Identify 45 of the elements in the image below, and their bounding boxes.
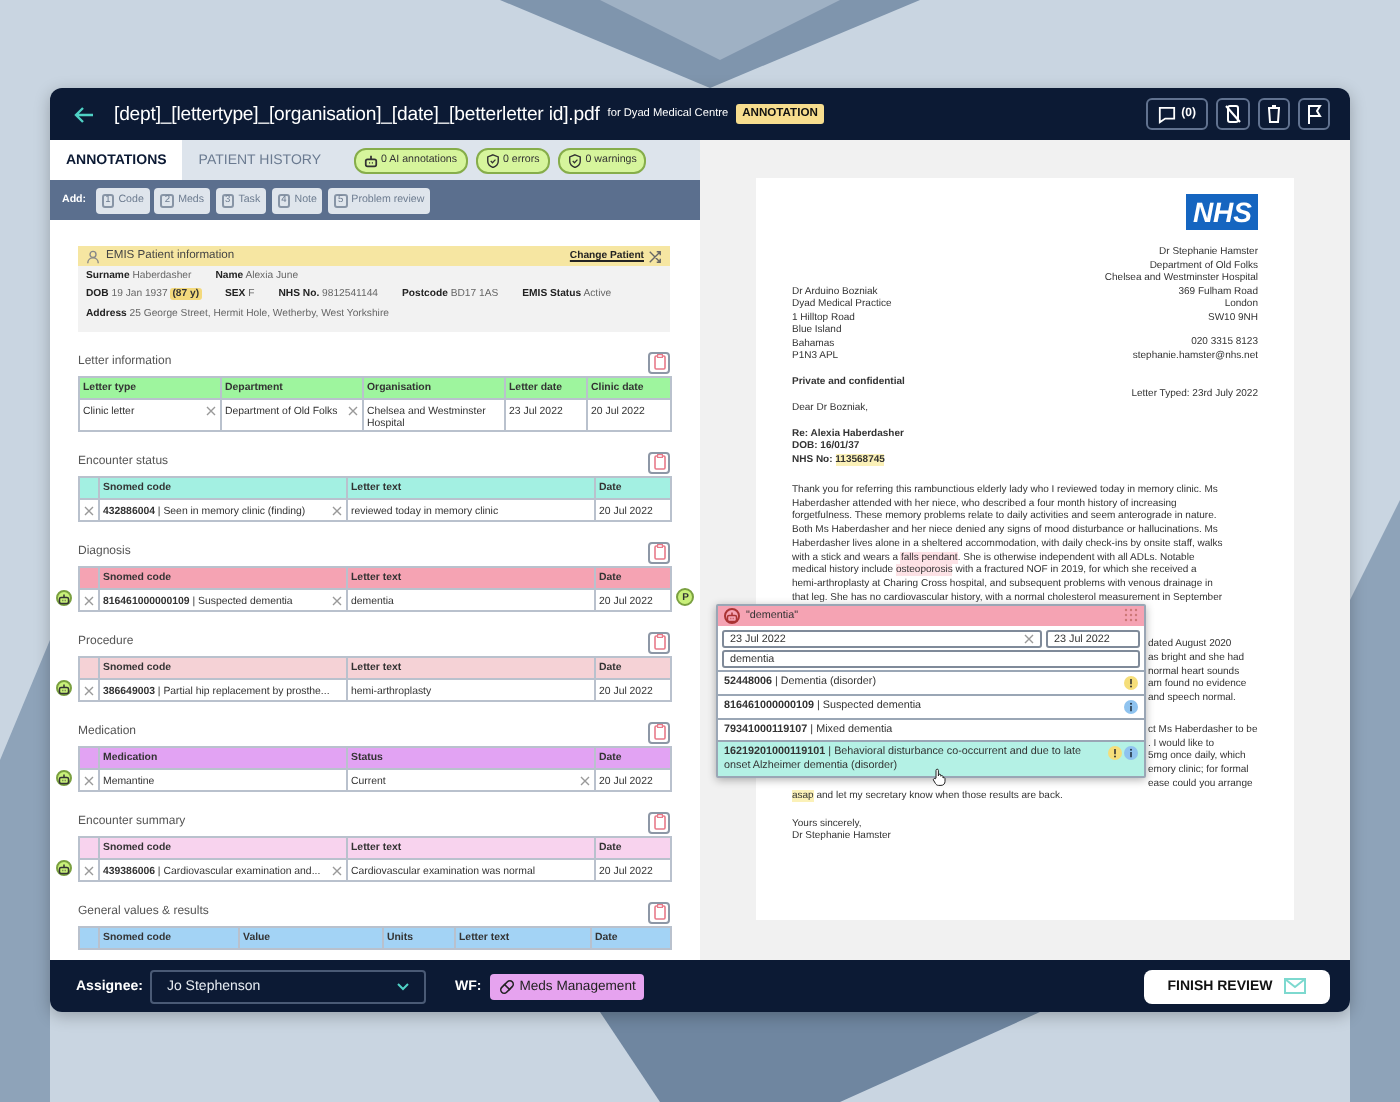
file-title: [dept]_[lettertype]_[organisation]_[date]_[betterletter id].pdf <box>114 103 600 125</box>
user-icon <box>86 249 100 263</box>
clear-icon[interactable] <box>1024 634 1034 644</box>
pill-icon <box>497 977 516 995</box>
clipboard-button[interactable] <box>648 721 670 744</box>
clear-icon[interactable] <box>331 596 342 607</box>
clipboard-icon <box>653 724 665 741</box>
clear-icon[interactable] <box>83 775 94 786</box>
delete-button[interactable] <box>1258 98 1290 130</box>
clipboard-button[interactable] <box>648 351 670 373</box>
comment-icon <box>1157 105 1176 123</box>
clear-icon[interactable] <box>83 865 94 876</box>
clipboard-icon <box>653 634 665 651</box>
clear-icon[interactable] <box>579 776 590 787</box>
clipboard-button[interactable] <box>648 901 670 924</box>
envelope-icon <box>1284 978 1307 994</box>
clear-icon[interactable] <box>83 505 94 516</box>
clipboard-icon <box>653 454 665 471</box>
clear-icon[interactable] <box>83 685 94 696</box>
clipboard-button[interactable] <box>648 451 670 474</box>
slashed-phone-icon <box>1224 104 1242 124</box>
clear-icon[interactable] <box>331 506 342 517</box>
clipboard-icon <box>653 354 665 370</box>
robot-icon <box>363 153 377 167</box>
back-arrow-icon[interactable] <box>74 105 94 123</box>
trash-icon <box>1266 104 1282 124</box>
shield-icon <box>485 153 499 167</box>
clipboard-icon <box>653 544 665 561</box>
nhs-logo: NHS <box>1186 194 1258 230</box>
clipboard-button[interactable] <box>648 811 670 834</box>
clipboard-button[interactable] <box>648 541 670 564</box>
flag-icon <box>1306 104 1322 124</box>
flag-button[interactable] <box>1298 98 1330 130</box>
clipboard-icon <box>653 814 665 831</box>
clipboard-icon <box>653 904 665 921</box>
chevron-down-icon[interactable] <box>396 981 411 991</box>
clear-icon[interactable] <box>83 595 94 606</box>
clear-icon[interactable] <box>347 406 358 416</box>
clear-icon[interactable] <box>205 406 216 416</box>
clear-icon[interactable] <box>331 866 342 877</box>
drag-handle-icon[interactable] <box>1124 607 1138 621</box>
shield-icon <box>567 153 582 167</box>
shuffle-icon[interactable] <box>648 249 662 263</box>
clipboard-button[interactable] <box>648 631 670 654</box>
phone-button[interactable] <box>1216 98 1250 130</box>
